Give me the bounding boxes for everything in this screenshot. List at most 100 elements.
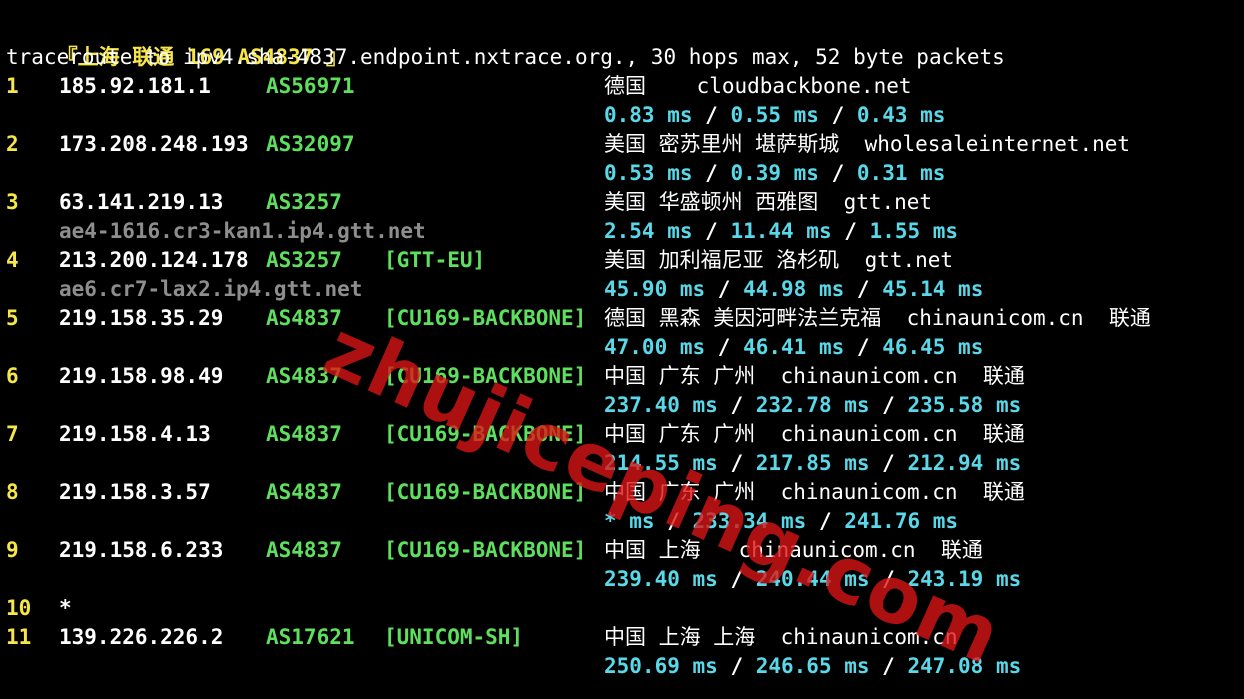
hop-ip: 219.158.35.29 xyxy=(59,306,224,330)
hop-latency: 11.44 ms xyxy=(730,219,832,243)
hop-geo: 中国 广东 广州 chinaunicom.cn 联通 xyxy=(604,364,1025,388)
hop-ip: 63.141.219.13 xyxy=(59,190,224,214)
hop-latency: 45.90 ms xyxy=(604,277,706,301)
hop-ip: 213.200.124.178 xyxy=(59,248,249,272)
hop-number: 5 xyxy=(6,306,19,330)
hop-asn: AS17621 xyxy=(266,625,355,649)
hop-ip: 219.158.6.233 xyxy=(59,538,224,562)
hop-rdns: ae6.cr7-lax2.ip4.gtt.net xyxy=(59,277,363,301)
hop-number: 6 xyxy=(6,364,19,388)
hop-latency: 47.00 ms xyxy=(604,335,706,359)
hop-latency: 0.55 ms xyxy=(730,103,819,127)
hop-ip: 139.226.226.2 xyxy=(59,625,224,649)
hop-row: 10 * xyxy=(6,594,1244,623)
hop-geo: 美国 密苏里州 堪萨斯城 wholesaleinternet.net xyxy=(604,132,1131,156)
hop-latency: 232.78 ms xyxy=(755,393,870,417)
hop-network-tag: [CU169-BACKBONE] xyxy=(384,306,587,330)
hop-latency-group: 237.40 ms / 232.78 ms / 235.58 ms xyxy=(604,391,1021,420)
hop-network-tag: [CU169-BACKBONE] xyxy=(384,538,587,562)
time-separator: / xyxy=(705,335,744,359)
time-separator: / xyxy=(869,393,908,417)
hop-geo: 中国 广东 广州 chinaunicom.cn 联通 xyxy=(604,422,1025,446)
hop-latency: 250.69 ms xyxy=(604,654,718,678)
hop-row: 9 219.158.6.233 AS4837 [CU169-BACKBONE] 中国 上… xyxy=(6,536,1244,565)
time-separator: / xyxy=(818,103,857,127)
hop-row: 5 219.158.35.29 AS4837 [CU169-BACKBONE] 德国 黑… xyxy=(6,304,1244,333)
hop-row: 2 173.208.248.193 AS32097 美国 密苏里州 堪萨斯城 whol… xyxy=(6,130,1244,159)
hop-row: 1 185.92.181.1 AS56971 德国 cloudbackbone.net xyxy=(6,72,1244,101)
hop-latency-group: 2.54 ms / 11.44 ms / 1.55 ms xyxy=(604,217,958,246)
time-separator: / xyxy=(692,219,731,243)
hop-ip: 185.92.181.1 xyxy=(59,74,211,98)
hop-latency: 2.54 ms xyxy=(604,219,693,243)
hop-latency: 241.76 ms xyxy=(844,509,959,533)
hop-asn: AS32097 xyxy=(266,132,355,156)
time-separator: / xyxy=(831,219,870,243)
hop-latency: 246.65 ms xyxy=(755,654,870,678)
time-separator: / xyxy=(869,451,908,475)
hop-number: 9 xyxy=(6,538,19,562)
hop-latency: 45.14 ms xyxy=(882,277,984,301)
hop-ip: 173.208.248.193 xyxy=(59,132,249,156)
hop-rdns: ae4-1616.cr3-kan1.ip4.gtt.net xyxy=(59,219,426,243)
hop-latency: 235.58 ms xyxy=(907,393,1022,417)
hop-network-tag: [GTT-EU] xyxy=(384,248,486,272)
hop-asn: AS4837 xyxy=(266,480,342,504)
hop-latency: 46.41 ms xyxy=(743,335,845,359)
hop-asn: AS4837 xyxy=(266,538,342,562)
time-separator: / xyxy=(692,161,731,185)
time-separator: / xyxy=(692,103,731,127)
hop-asn: AS4837 xyxy=(266,422,342,446)
hop-number: 3 xyxy=(6,190,19,214)
hop-asn: AS3257 xyxy=(266,248,342,272)
hop-number: 8 xyxy=(6,480,19,504)
hop-geo: 德国 cloudbackbone.net xyxy=(604,74,912,98)
hop-ip: 219.158.4.13 xyxy=(59,422,211,446)
hop-latency-group: 47.00 ms / 46.41 ms / 46.45 ms xyxy=(604,333,983,362)
title-line: 『上海 联通 169 AS4837 』 xyxy=(6,14,347,69)
time-separator: / xyxy=(717,654,756,678)
hop-latency-group: 0.53 ms / 0.39 ms / 0.31 ms xyxy=(604,159,945,188)
hop-row: 6 219.158.98.49 AS4837 [CU169-BACKBONE] 中国 广… xyxy=(6,362,1244,391)
hop-latency-group: 45.90 ms / 44.98 ms / 45.14 ms xyxy=(604,275,983,304)
time-separator: / xyxy=(844,335,883,359)
hop-ip: 219.158.3.57 xyxy=(59,480,211,504)
hop-asn: AS56971 xyxy=(266,74,355,98)
hop-latency: 237.40 ms xyxy=(604,393,718,417)
hop-latency: 212.94 ms xyxy=(907,451,1022,475)
hop-number: 7 xyxy=(6,422,19,446)
command-line: traceroute to ipv4.sha-4837.endpoint.nxt… xyxy=(6,45,1005,69)
hop-ip: 219.158.98.49 xyxy=(59,364,224,388)
hop-asn: AS3257 xyxy=(266,190,342,214)
hop-latency: 0.31 ms xyxy=(856,161,946,185)
time-separator: / xyxy=(869,654,908,678)
hop-latency: 46.45 ms xyxy=(882,335,984,359)
hop-geo: 美国 华盛顿州 西雅图 gtt.net xyxy=(604,190,933,214)
hop-number: 1 xyxy=(6,74,19,98)
hop-latency: 0.39 ms xyxy=(730,161,819,185)
hop-geo: 德国 黑森 美因河畔法兰克福 chinaunicom.cn 联通 xyxy=(604,306,1151,330)
hop-latency: 239.40 ms xyxy=(604,567,718,591)
hop-latency: 217.85 ms xyxy=(755,451,870,475)
time-separator: / xyxy=(705,277,744,301)
hop-number: 2 xyxy=(6,132,19,156)
hop-number: 4 xyxy=(6,248,19,272)
hop-geo: 美国 加利福尼亚 洛杉矶 gtt.net xyxy=(604,248,954,272)
hop-row: 3 63.141.219.13 AS3257 美国 华盛顿州 西雅图 gtt.net xyxy=(6,188,1244,217)
hop-ip: * xyxy=(59,596,72,620)
time-separator: / xyxy=(818,161,857,185)
hop-latency: 1.55 ms xyxy=(869,219,959,243)
hop-latency: 0.43 ms xyxy=(856,103,946,127)
hop-latency-group: 0.83 ms / 0.55 ms / 0.43 ms xyxy=(604,101,945,130)
time-separator: / xyxy=(844,277,883,301)
hop-number: 10 xyxy=(6,596,32,620)
hop-latency: 0.83 ms xyxy=(604,103,693,127)
hop-asn: AS4837 xyxy=(266,306,342,330)
time-separator: / xyxy=(717,393,756,417)
hop-latency: 0.53 ms xyxy=(604,161,693,185)
hop-number: 11 xyxy=(6,625,32,649)
hop-row: 11 139.226.226.2 AS17621 [UNICOM-SH] 中国 上海 上… xyxy=(6,623,1244,652)
hop-network-tag: [UNICOM-SH] xyxy=(384,625,524,649)
hop-latency: 44.98 ms xyxy=(743,277,845,301)
hop-row: 4 213.200.124.178 AS3257 [GTT-EU] 美国 加利福尼亚 洛… xyxy=(6,246,1244,275)
